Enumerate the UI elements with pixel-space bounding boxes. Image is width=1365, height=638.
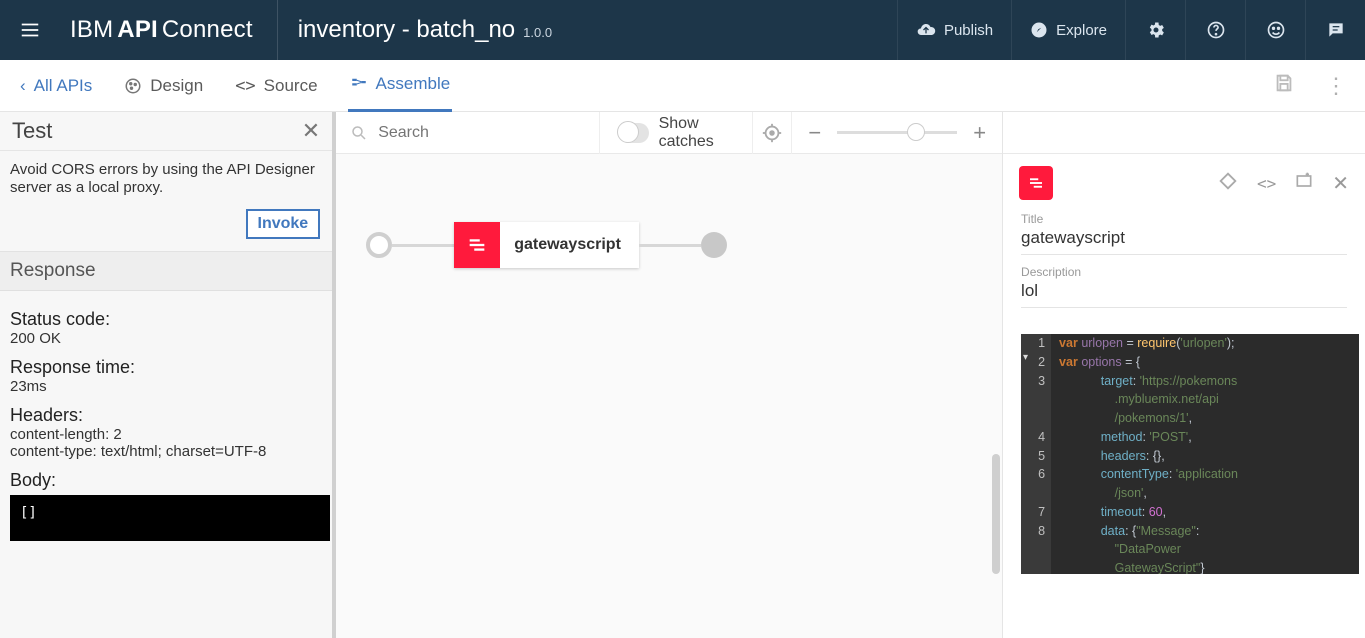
tab-design[interactable]: Design bbox=[122, 60, 205, 112]
brand-prefix: IBM bbox=[70, 16, 113, 44]
brand-bold: API bbox=[113, 16, 162, 44]
canvas-toolbar: Show catches − + bbox=[336, 112, 1002, 154]
invoke-button[interactable]: Invoke bbox=[246, 209, 321, 239]
help-icon[interactable] bbox=[1185, 0, 1245, 60]
more-icon[interactable]: ⋮ bbox=[1325, 75, 1347, 97]
flow-canvas[interactable]: gatewayscript bbox=[336, 154, 1002, 638]
rotate-icon[interactable] bbox=[1217, 170, 1239, 197]
flow-start-node[interactable] bbox=[366, 232, 392, 258]
title-input[interactable] bbox=[1021, 226, 1347, 255]
close-icon[interactable]: ✕ bbox=[302, 118, 320, 144]
response-body: Status code: 200 OK Response time: 23ms … bbox=[0, 291, 332, 561]
tab-assemble[interactable]: Assemble bbox=[348, 60, 453, 112]
test-panel: Test ✕ Avoid CORS errors by using the AP… bbox=[0, 112, 336, 638]
brand-suffix: Connect bbox=[162, 16, 253, 44]
test-title: Test bbox=[12, 118, 52, 144]
explore-button[interactable]: Explore bbox=[1011, 0, 1125, 60]
response-header: Response bbox=[0, 252, 332, 291]
zoom-slider[interactable] bbox=[837, 131, 957, 134]
publish-button[interactable]: Publish bbox=[897, 0, 1011, 60]
gatewayscript-label: gatewayscript bbox=[500, 222, 639, 268]
tab-source[interactable]: <> Source bbox=[233, 60, 319, 112]
top-actions: Publish Explore bbox=[897, 0, 1365, 60]
assemble-label: Assemble bbox=[376, 74, 451, 94]
palette-icon bbox=[124, 77, 142, 95]
canvas-scrollbar[interactable] bbox=[992, 154, 1002, 638]
headers-label: Headers: bbox=[10, 405, 322, 426]
all-apis-label: All APIs bbox=[34, 76, 93, 96]
headers-value-2: content-type: text/html; charset=UTF-8 bbox=[10, 443, 322, 460]
save-icon[interactable] bbox=[1273, 72, 1295, 99]
assemble-icon bbox=[350, 75, 368, 93]
search-input[interactable] bbox=[378, 118, 585, 148]
cloud-upload-icon bbox=[916, 20, 936, 40]
code-view-icon[interactable]: <> bbox=[1257, 174, 1276, 193]
api-version: 1.0.0 bbox=[523, 25, 552, 40]
design-label: Design bbox=[150, 76, 203, 96]
publish-label: Publish bbox=[944, 22, 993, 39]
status-code-value: 200 OK bbox=[10, 330, 322, 347]
page-title: inventory - batch_no 1.0.0 bbox=[278, 16, 572, 44]
search-icon bbox=[350, 124, 368, 142]
headers-value-1: content-length: 2 bbox=[10, 426, 322, 443]
api-name: inventory - batch_no bbox=[298, 16, 515, 44]
locate-icon[interactable] bbox=[752, 112, 791, 154]
zoom-out-button[interactable]: − bbox=[808, 120, 821, 146]
response-time-value: 23ms bbox=[10, 378, 322, 395]
settings-icon[interactable] bbox=[1125, 0, 1185, 60]
source-label: Source bbox=[264, 76, 318, 96]
description-field-label: Description bbox=[1021, 265, 1347, 279]
description-input[interactable] bbox=[1021, 279, 1347, 308]
assemble-canvas-area: Show catches − + gatewayscript bbox=[336, 112, 1002, 638]
status-code-label: Status code: bbox=[10, 309, 322, 330]
close-panel-icon[interactable]: ✕ bbox=[1332, 171, 1349, 196]
connector bbox=[639, 244, 701, 247]
code-editor[interactable]: 1var urlopen = require('urlopen'); 2▾var… bbox=[1021, 334, 1359, 574]
back-all-apis[interactable]: ‹ All APIs bbox=[18, 60, 94, 112]
response-time-label: Response time: bbox=[10, 357, 322, 378]
body-value: [] bbox=[10, 495, 330, 541]
toggle-switch[interactable] bbox=[618, 123, 648, 143]
zoom-controls: − + bbox=[791, 112, 1002, 154]
proxy-note: Avoid CORS errors by using the API Desig… bbox=[0, 151, 332, 205]
notifications-icon[interactable] bbox=[1305, 0, 1365, 60]
node-type-icon bbox=[1019, 166, 1053, 200]
brand-logo: IBM API Connect bbox=[60, 16, 277, 44]
explore-label: Explore bbox=[1056, 22, 1107, 39]
flow-end-node[interactable] bbox=[701, 232, 727, 258]
zoom-in-button[interactable]: + bbox=[973, 120, 986, 146]
title-field-label: Title bbox=[1021, 212, 1347, 226]
code-icon: <> bbox=[235, 76, 255, 96]
connector bbox=[392, 244, 454, 247]
tabbar: ‹ All APIs Design <> Source Assemble ⋮ bbox=[0, 60, 1365, 112]
show-catches-toggle[interactable]: Show catches bbox=[599, 112, 752, 154]
body-label: Body: bbox=[10, 470, 322, 491]
compass-icon bbox=[1030, 21, 1048, 39]
gatewayscript-icon bbox=[454, 222, 500, 268]
properties-panel: <> ✕ Title Description 1var urlopen = re… bbox=[1002, 112, 1365, 638]
gatewayscript-node[interactable]: gatewayscript bbox=[454, 222, 639, 268]
top-navbar: IBM API Connect inventory - batch_no 1.0… bbox=[0, 0, 1365, 60]
expand-icon[interactable] bbox=[1294, 171, 1314, 196]
show-catches-label: Show catches bbox=[659, 115, 735, 151]
menu-icon[interactable] bbox=[0, 0, 60, 60]
chevron-left-icon: ‹ bbox=[20, 76, 26, 96]
user-icon[interactable] bbox=[1245, 0, 1305, 60]
